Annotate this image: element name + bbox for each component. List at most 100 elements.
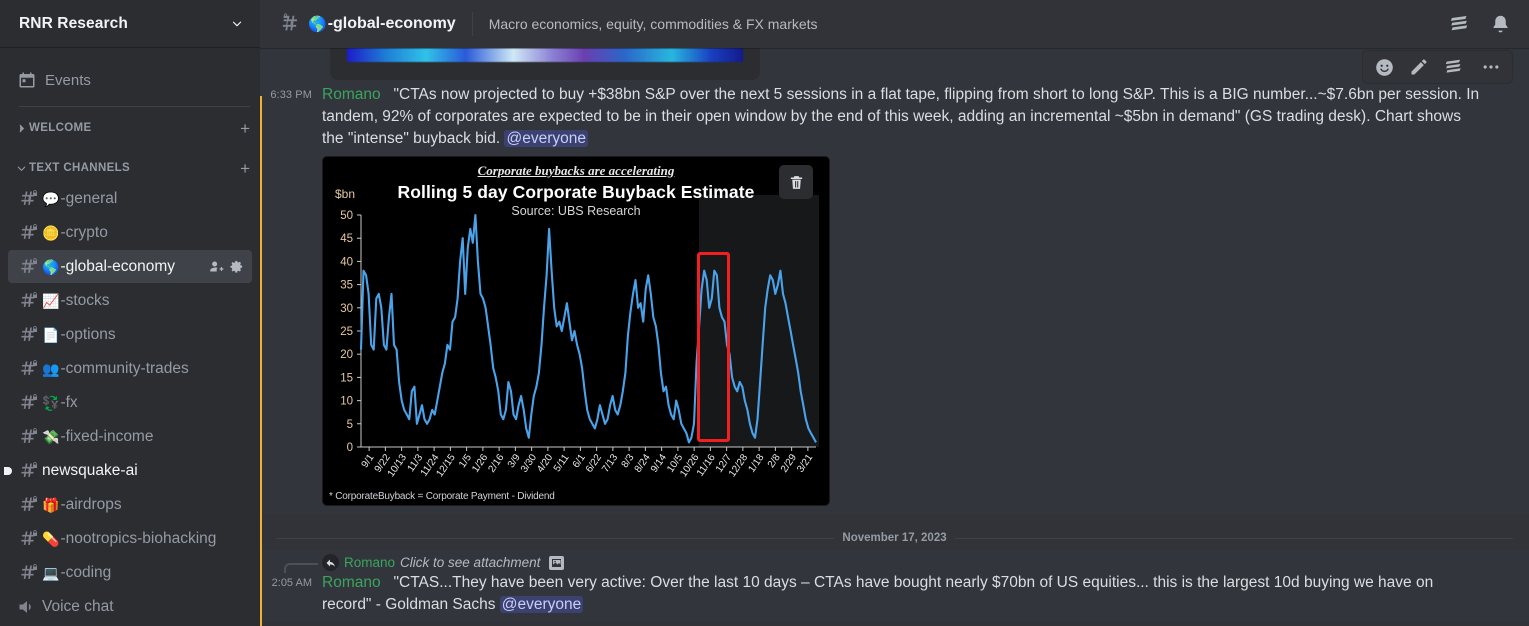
svg-text:8/24: 8/24 [633, 452, 653, 475]
add-channel-icon[interactable]: + [240, 160, 252, 177]
svg-text:6/22: 6/22 [584, 452, 604, 475]
svg-text:0: 0 [347, 442, 353, 454]
message-row[interactable]: 6:33 PM Romano "CTAs now projected to bu… [260, 82, 1529, 514]
hash-lock-icon [16, 495, 38, 515]
threads-icon[interactable] [1443, 57, 1467, 77]
reply-spine [284, 563, 318, 573]
message-list[interactable]: 6:33 PM Romano "CTAs now projected to bu… [260, 48, 1529, 626]
topbar-actions [1448, 13, 1517, 35]
reply-message-content: "CTAS...They have been very active: Over… [322, 574, 1434, 613]
svg-text:7/13: 7/13 [600, 452, 620, 475]
gear-icon[interactable] [229, 259, 244, 274]
mention-everyone[interactable]: @everyone [504, 130, 588, 147]
sidebar-item-label: -fixed-income [60, 427, 154, 445]
sidebar-item-label: -stocks [60, 291, 110, 309]
sidebar: RNR Research Events WELCOME + TEXT CHANN… [0, 0, 260, 626]
add-channel-icon[interactable]: + [240, 120, 252, 137]
hash-lock-icon [16, 563, 38, 583]
sidebar-item-nootropics-biohacking[interactable]: 💊 -nootropics-biohacking [8, 522, 252, 555]
channel-emoji: 🌎 [308, 16, 327, 33]
sidebar-item-options[interactable]: 📄 -options [8, 318, 252, 351]
trash-icon [788, 174, 805, 191]
channel-title: -global-economy [327, 15, 456, 32]
sidebar-item-fx[interactable]: 💱 -fx [8, 386, 252, 419]
message-row-reply[interactable]: Romano Click to see attachment 2:05 AM R… [260, 550, 1529, 622]
hash-lock-icon [16, 325, 38, 345]
create-invite-icon[interactable] [209, 259, 224, 274]
svg-text:1/18: 1/18 [746, 452, 766, 475]
calendar-icon [18, 71, 36, 89]
more-options-icon[interactable] [1481, 57, 1501, 77]
sidebar-item-label: Voice chat [42, 597, 114, 615]
svg-text:3/30: 3/30 [519, 452, 539, 475]
chevron-down-icon[interactable] [230, 17, 244, 31]
bell-icon[interactable] [1490, 14, 1511, 35]
sidebar-category-text-channels[interactable]: TEXT CHANNELS + [16, 155, 252, 181]
sidebar-item-label: -general [60, 189, 118, 207]
message-timestamp: 6:33 PM [270, 89, 312, 101]
channel-emoji: 🎁 [42, 496, 60, 513]
svg-text:2/16: 2/16 [486, 452, 506, 475]
svg-text:5: 5 [347, 419, 353, 431]
reply-reference[interactable]: Romano Click to see attachment [284, 554, 1481, 573]
sidebar-item-community-trades[interactable]: 👥 -community-trades [8, 352, 252, 385]
channel-emoji: 🌎 [42, 258, 60, 275]
speaker-icon [16, 597, 38, 617]
edit-pencil-icon[interactable] [1409, 57, 1429, 77]
sidebar-item-label: -nootropics-biohacking [60, 529, 217, 547]
sidebar-category-welcome[interactable]: WELCOME + [16, 115, 252, 141]
channel-emoji: 💊 [42, 530, 60, 547]
message-text: Romano "CTAs now projected to buy +$38bn… [322, 84, 1481, 150]
sidebar-item-global-economy[interactable]: 🌎 -global-economy [8, 250, 252, 283]
sidebar-category-label: WELCOME [29, 122, 92, 134]
sidebar-item-newsquake-ai[interactable]: newsquake-ai [4, 454, 252, 487]
reply-author[interactable]: Romano [344, 555, 395, 570]
svg-text:10: 10 [340, 396, 353, 408]
hash-lock-icon [16, 427, 38, 447]
hash-lock-icon [16, 291, 38, 311]
hash-lock-icon [16, 461, 38, 481]
chevron-right-icon [16, 123, 27, 134]
hash-lock-icon [16, 393, 38, 413]
channel-emoji: 💻 [42, 564, 60, 581]
sidebar-item-stocks[interactable]: 📈 -stocks [8, 284, 252, 317]
server-header[interactable]: RNR Research [0, 0, 260, 48]
sidebar-item-label: -global-economy [60, 257, 176, 275]
sidebar-item-label: newsquake-ai [42, 461, 138, 479]
sidebar-item-label: -fx [60, 393, 78, 411]
sidebar-scroll-area[interactable]: Events WELCOME + TEXT CHANNELS + 💬 -gener… [0, 48, 260, 626]
sidebar-item-crypto[interactable]: 🪙 -crypto [8, 216, 252, 249]
sidebar-item-label: -coding [60, 563, 112, 581]
topbar-separator [471, 12, 473, 36]
sidebar-item-events[interactable]: Events [16, 64, 251, 96]
reply-preview: Click to see attachment [400, 555, 541, 570]
svg-text:30: 30 [340, 303, 353, 315]
sidebar-item-events-label: Events [45, 71, 91, 89]
mention-everyone[interactable]: @everyone [499, 596, 584, 613]
delete-attachment-button[interactable] [779, 165, 813, 199]
main-content: 🌎 -global-economy Macro economics, equit… [260, 0, 1529, 626]
chart-footnote: * CorporateBuyback = Corporate Payment -… [329, 491, 555, 502]
channel-list: 💬 -general 🪙 -crypto 🌎 -global-economy 📈 -stock… [0, 182, 260, 623]
sidebar-item-coding[interactable]: 💻 -coding [8, 556, 252, 589]
previous-attachment-cropped[interactable] [330, 48, 760, 80]
date-divider: November 17, 2023 [276, 532, 1514, 544]
channel-emoji: 🪙 [42, 224, 60, 241]
message-attachment-chart[interactable]: Corporate buybacks are accelerating Roll… [322, 156, 830, 506]
sidebar-item-fixed-income[interactable]: 💸 -fixed-income [8, 420, 252, 453]
sidebar-item-general[interactable]: 💬 -general [8, 182, 252, 215]
channel-topbar: 🌎 -global-economy Macro economics, equit… [260, 0, 1529, 48]
message-author[interactable]: Romano [322, 86, 381, 103]
channel-emoji: 💸 [42, 428, 60, 445]
message-row-previous [260, 48, 1529, 82]
message-hover-toolbar[interactable] [1362, 50, 1513, 84]
threads-icon[interactable] [1448, 13, 1474, 35]
server-name: RNR Research [19, 14, 128, 32]
reply-message-author[interactable]: Romano [322, 574, 381, 591]
sidebar-item-voice-chat[interactable]: Voice chat [8, 590, 252, 623]
add-reaction-icon[interactable] [1374, 57, 1395, 78]
sidebar-item-airdrops[interactable]: 🎁 -airdrops [8, 488, 252, 521]
svg-text:12/28: 12/28 [727, 452, 751, 479]
sidebar-divider [19, 106, 250, 107]
channel-emoji: 📈 [42, 292, 60, 309]
